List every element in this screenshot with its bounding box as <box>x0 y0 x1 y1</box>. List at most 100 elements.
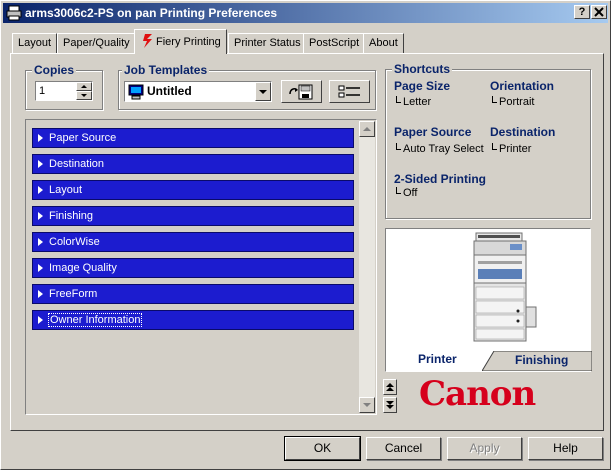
section-label: Image Quality <box>49 262 117 274</box>
canon-logo-text: Canon <box>419 374 536 414</box>
tree-corner <box>396 143 401 150</box>
section-label: Finishing <box>49 210 94 222</box>
fiery-logo-icon <box>143 34 152 48</box>
save-icon <box>289 84 313 100</box>
tab-paper-quality[interactable]: Paper/Quality <box>57 33 136 53</box>
printer-icon <box>6 5 22 21</box>
page-size-value[interactable]: Letter <box>396 96 431 108</box>
job-template-select[interactable]: Untitled <box>124 81 272 102</box>
expand-arrow-icon <box>38 134 43 142</box>
printer-preview: Printer Finishing <box>385 228 592 372</box>
expand-arrow-icon <box>38 186 43 194</box>
help-button[interactable]: Help <box>528 437 603 460</box>
page-size-heading: Page Size <box>394 79 451 93</box>
canon-logo: Canon <box>419 374 541 414</box>
close-icon <box>594 7 604 17</box>
double-arrow-down-icon <box>386 401 394 409</box>
window-title: arms3006c2-PS on pan Printing Preference… <box>25 6 278 20</box>
preview-tab-printer[interactable]: Printer <box>386 349 488 371</box>
two-sided-value[interactable]: Off <box>396 187 417 199</box>
expand-arrow-icon <box>38 290 43 298</box>
scroll-down-button[interactable] <box>359 397 375 413</box>
ok-button[interactable]: OK <box>284 436 361 461</box>
paper-source-value[interactable]: Auto Tray Select <box>396 143 484 155</box>
tab-label: About <box>369 37 398 49</box>
section-freeform[interactable]: FreeForm <box>32 284 354 304</box>
tab-layout[interactable]: Layout <box>12 33 58 53</box>
tab-label: PostScript <box>309 37 360 49</box>
job-template-value: Untitled <box>147 84 192 98</box>
list-settings-icon <box>338 85 360 98</box>
help-title-button[interactable]: ? <box>574 5 590 19</box>
expand-arrow-icon <box>38 264 43 272</box>
page-size-text: Letter <box>403 96 432 108</box>
sections-scrollbar[interactable] <box>359 121 375 413</box>
move-up-button[interactable] <box>383 379 397 395</box>
destination-value[interactable]: Printer <box>492 143 531 155</box>
preview-tab-finishing-label: Finishing <box>515 353 569 367</box>
tab-label: Printer Status <box>234 37 301 49</box>
section-label: Paper Source <box>49 132 117 144</box>
double-arrow-up-icon <box>386 383 394 391</box>
section-label: Layout <box>49 184 83 196</box>
move-down-button[interactable] <box>383 397 397 413</box>
manage-templates-button[interactable] <box>329 80 370 103</box>
tab-fiery-printing[interactable]: Fiery Printing <box>134 29 227 54</box>
arrow-up-icon <box>363 127 371 131</box>
apply-button[interactable]: Apply <box>447 437 522 460</box>
preview-tab-finishing[interactable]: Finishing <box>482 351 592 371</box>
copies-up-button[interactable] <box>76 82 92 91</box>
preview-tab-printer-label: Printer <box>418 352 457 366</box>
tab-about[interactable]: About <box>363 33 404 53</box>
expand-arrow-icon <box>38 316 43 324</box>
tab-label: Paper/Quality <box>63 37 130 49</box>
section-label: ColorWise <box>49 236 100 248</box>
section-colorwise[interactable]: ColorWise <box>32 232 354 252</box>
copies-input[interactable]: 1 <box>35 81 93 101</box>
cancel-button[interactable]: Cancel <box>366 437 441 460</box>
paper-source-heading: Paper Source <box>394 125 472 139</box>
job-template-dropdown-button[interactable] <box>255 82 271 101</box>
arrow-down-icon <box>81 94 87 97</box>
title-bar[interactable]: arms3006c2-PS on pan Printing Preference… <box>3 3 608 23</box>
tree-corner <box>396 96 401 103</box>
expand-arrow-icon <box>38 160 43 168</box>
arrow-down-icon <box>363 403 371 407</box>
section-paper-source[interactable]: Paper Source <box>32 128 354 148</box>
two-sided-text: Off <box>403 187 418 199</box>
chevron-down-icon <box>259 90 267 94</box>
tree-corner <box>492 96 497 103</box>
copier-image <box>473 232 537 342</box>
section-finishing[interactable]: Finishing <box>32 206 354 226</box>
orientation-value[interactable]: Portrait <box>492 96 534 108</box>
destination-text: Printer <box>499 143 532 155</box>
section-label: Owner Information <box>47 313 143 327</box>
section-label: Destination <box>49 158 105 170</box>
expand-arrow-icon <box>38 212 43 220</box>
tree-corner <box>396 187 401 194</box>
section-destination[interactable]: Destination <box>32 154 354 174</box>
section-label: FreeForm <box>49 288 98 300</box>
copies-label: Copies <box>32 63 77 77</box>
printing-preferences-window: arms3006c2-PS on pan Printing Preference… <box>0 0 611 470</box>
two-sided-heading: 2-Sided Printing <box>394 172 487 186</box>
tab-label: Fiery Printing <box>156 36 221 48</box>
job-templates-label: Job Templates <box>122 63 210 77</box>
close-title-button[interactable] <box>591 5 607 19</box>
tab-postscript[interactable]: PostScript <box>303 33 366 53</box>
tab-printer-status[interactable]: Printer Status <box>228 33 307 53</box>
copies-value: 1 <box>39 85 46 97</box>
expand-arrow-icon <box>38 238 43 246</box>
section-owner-information[interactable]: Owner Information <box>32 310 354 330</box>
shortcuts-label: Shortcuts <box>392 62 453 76</box>
destination-heading: Destination <box>490 125 556 139</box>
scroll-up-button[interactable] <box>359 121 375 137</box>
paper-source-text: Auto Tray Select <box>403 143 484 155</box>
copies-down-button[interactable] <box>76 91 92 100</box>
computer-icon <box>128 84 144 100</box>
section-image-quality[interactable]: Image Quality <box>32 258 354 278</box>
arrow-up-icon <box>81 85 87 88</box>
save-template-button[interactable] <box>281 80 322 103</box>
orientation-text: Portrait <box>499 96 535 108</box>
section-layout[interactable]: Layout <box>32 180 354 200</box>
